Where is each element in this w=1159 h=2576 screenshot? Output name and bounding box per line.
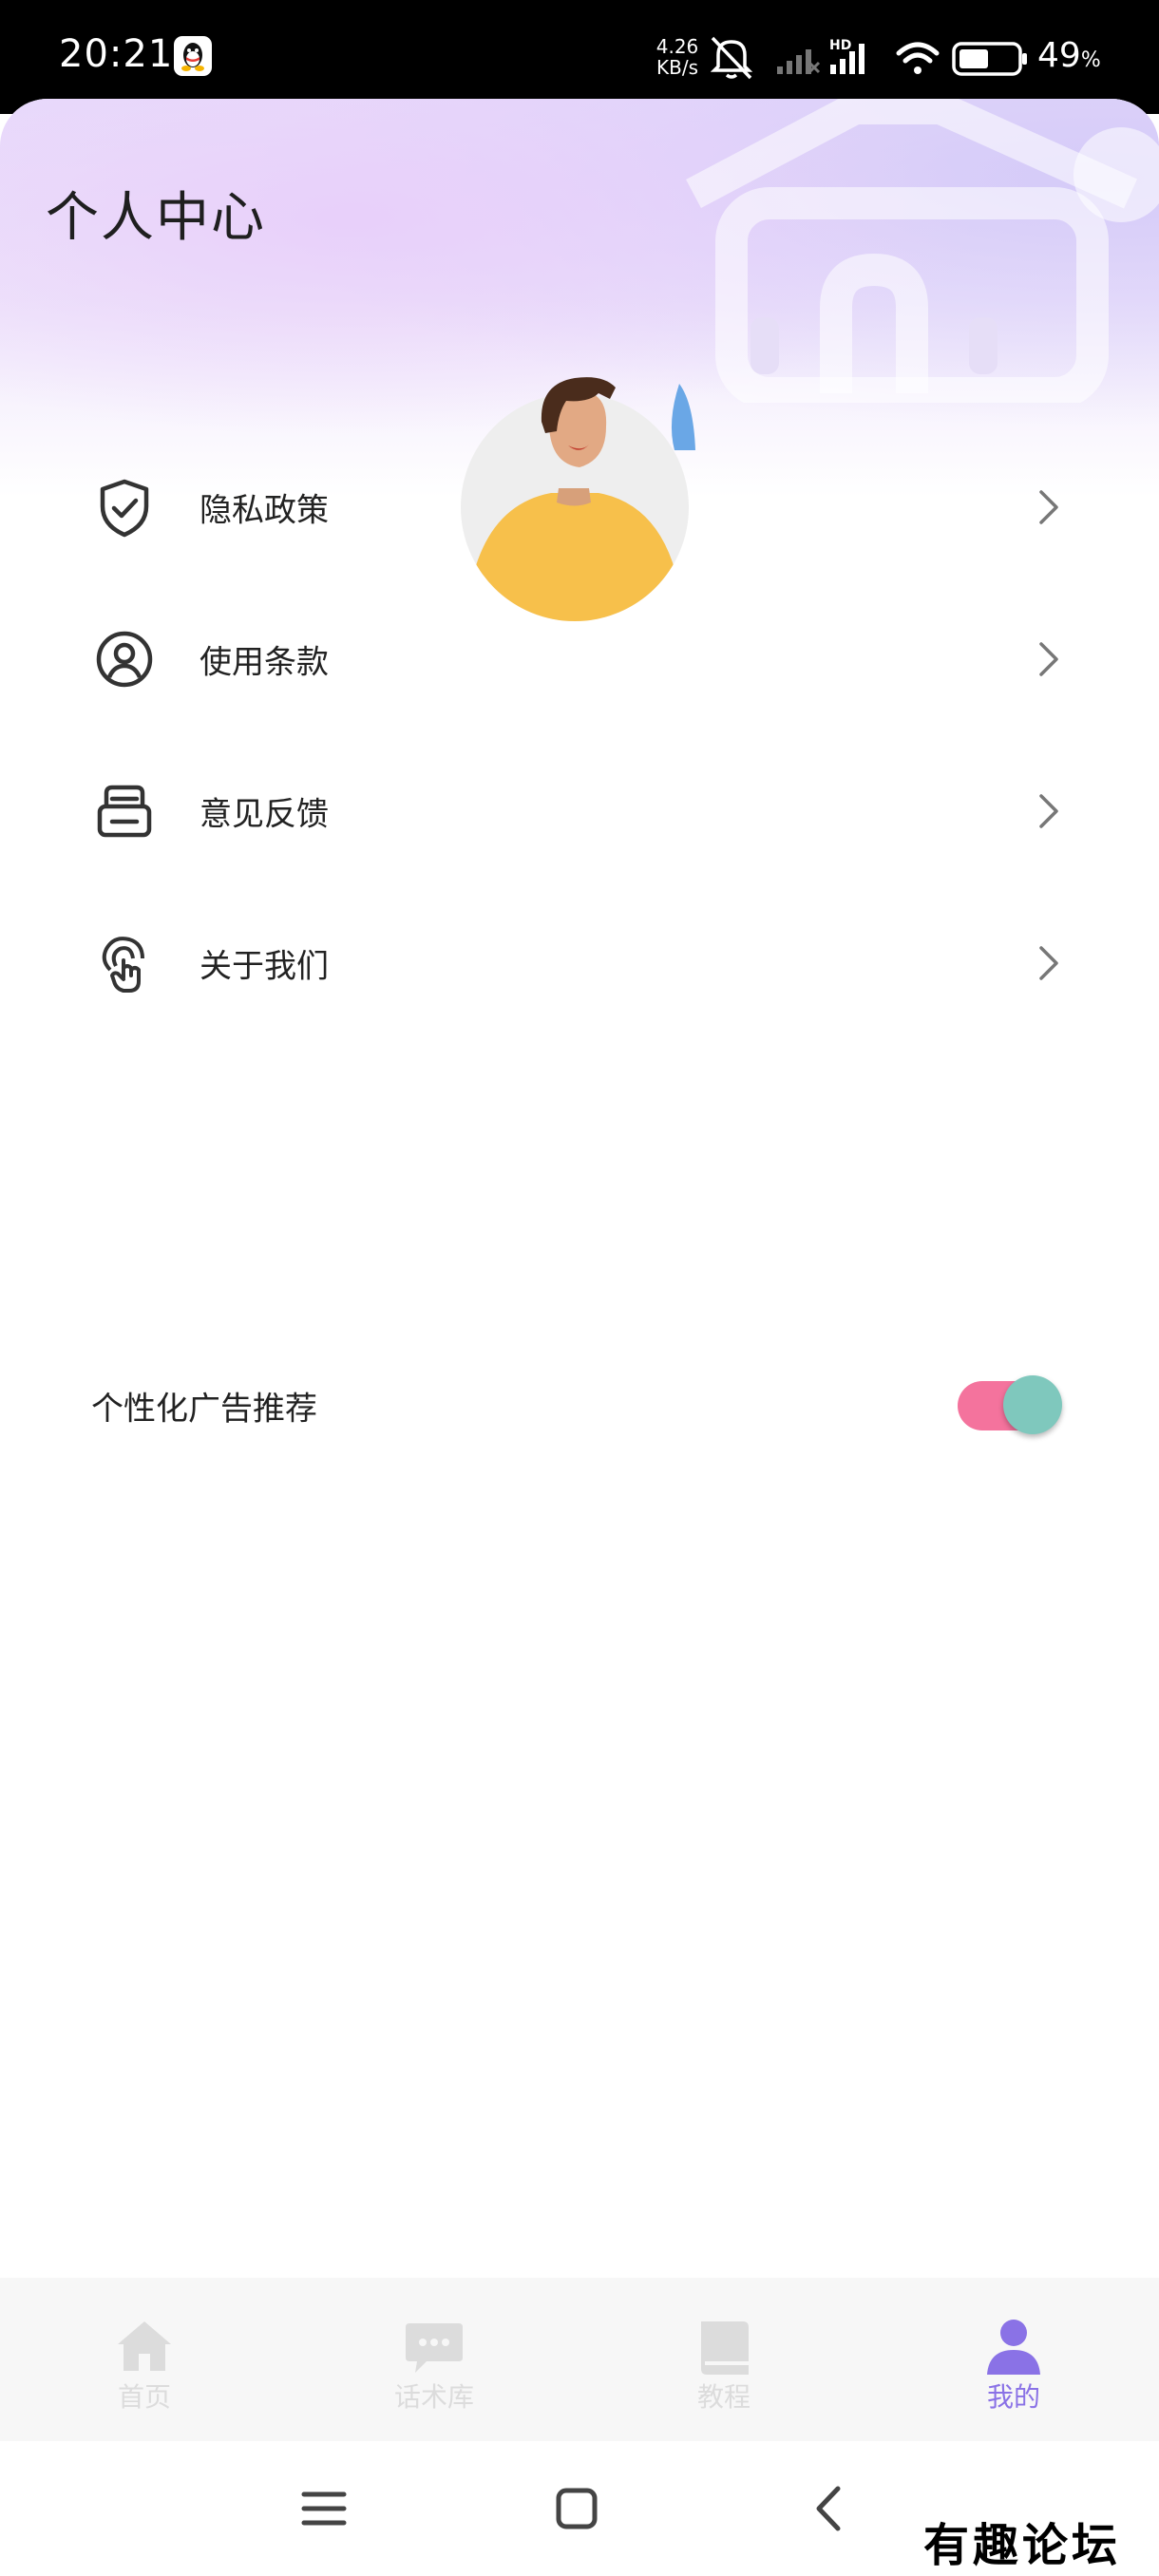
profile-card: 个人中心 隐私政策 使用条款 意见反馈 关于我们 个性化广告推荐 [0,99,1159,2283]
chevron-right-icon [1039,490,1058,524]
personalized-ads-row: 个性化广告推荐 [0,1349,1159,1463]
tab-label: 教程 [696,2381,750,2413]
home-icon [118,2321,171,2371]
status-icons: HD [711,36,1027,80]
menu-item-about-us[interactable]: 关于我们 [0,887,1159,1039]
menu-item-label: 意见反馈 [200,795,329,834]
mute-icon [711,36,753,80]
battery-icon [952,42,1027,76]
tab-label: 我的 [986,2381,1040,2413]
tab-label: 首页 [117,2381,171,2413]
network-speed: 4.26 KB/s [656,35,699,79]
svg-text:HD: HD [829,38,851,53]
bottom-tab-bar: 首页 话术库 教程 我的 [0,2278,1159,2441]
battery-percent: 49% [1037,36,1101,75]
toggle-knob [1003,1375,1062,1434]
wifi-icon [896,42,940,74]
personalized-ads-toggle[interactable] [954,1375,1062,1436]
qq-icon [174,36,212,76]
page-title: 个人中心 [46,187,266,249]
menu-item-label: 隐私政策 [200,491,329,530]
menu-icon[interactable] [298,2483,350,2534]
book-icon [701,2321,749,2375]
status-bar: 20:21 4.26 KB/s HD 49% [0,0,1159,114]
person-icon [987,2320,1040,2375]
home-square-icon[interactable] [551,2483,602,2534]
inbox-tray-icon [97,785,152,838]
tab-mine[interactable]: 我的 [919,2278,1109,2441]
menu-item-label: 使用条款 [200,643,329,682]
user-circle-icon [96,631,153,688]
tab-label: 话术库 [393,2381,474,2413]
personalized-ads-label: 个性化广告推荐 [91,1390,317,1429]
watermark-text: 有趣论坛 [923,2519,1122,2572]
chevron-right-icon [1039,794,1058,828]
tab-tutorial[interactable]: 教程 [629,2278,819,2441]
menu-item-privacy-policy[interactable]: 隐私政策 [0,431,1159,583]
chat-bubble-icon [406,2323,463,2373]
chevron-right-icon [1039,946,1058,980]
signal-icon [777,49,821,74]
menu-item-terms-of-use[interactable]: 使用条款 [0,583,1159,735]
menu-item-label: 关于我们 [200,947,329,986]
hd-signal-icon: HD [829,38,864,74]
chevron-right-icon [1039,642,1058,676]
shield-check-icon [100,479,149,538]
tab-home[interactable]: 首页 [49,2278,239,2441]
house-decoration-icon [686,99,1159,403]
status-time: 20:21 [59,32,174,76]
back-icon[interactable] [804,2483,855,2534]
tab-scripts[interactable]: 话术库 [339,2278,529,2441]
touch-hand-icon [102,937,144,993]
menu-item-feedback[interactable]: 意见反馈 [0,735,1159,887]
